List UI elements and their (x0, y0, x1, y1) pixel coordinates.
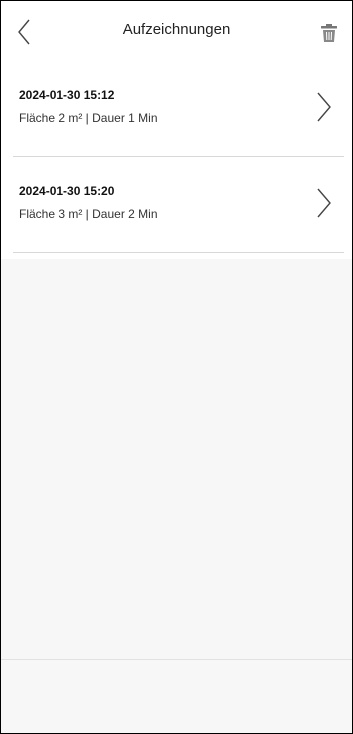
recordings-list: 2024-01-30 15:12 Fläche 2 m² | Dauer 1 M… (1, 61, 352, 253)
chevron-right-icon (317, 188, 331, 218)
chevron-left-icon (18, 19, 30, 45)
back-button[interactable] (11, 16, 37, 48)
recording-row[interactable]: 2024-01-30 15:20 Fläche 3 m² | Dauer 2 M… (13, 157, 344, 253)
trash-icon (321, 24, 337, 42)
recording-info: Fläche 2 m² | Dauer 1 Min (19, 111, 158, 125)
app-screen: Aufzeichnungen 2024-01-30 15:12 Fläche 2… (0, 0, 353, 734)
page-title: Aufzeichnungen (122, 21, 231, 38)
top-bar: Aufzeichnungen (1, 1, 352, 61)
recording-datetime: 2024-01-30 15:20 (19, 184, 115, 198)
delete-button[interactable] (316, 19, 342, 47)
recording-info: Fläche 3 m² | Dauer 2 Min (19, 207, 158, 221)
recording-datetime: 2024-01-30 15:12 (19, 88, 115, 102)
recording-row[interactable]: 2024-01-30 15:12 Fläche 2 m² | Dauer 1 M… (13, 61, 344, 157)
chevron-right-icon (317, 92, 331, 122)
bottom-bar (1, 660, 352, 733)
